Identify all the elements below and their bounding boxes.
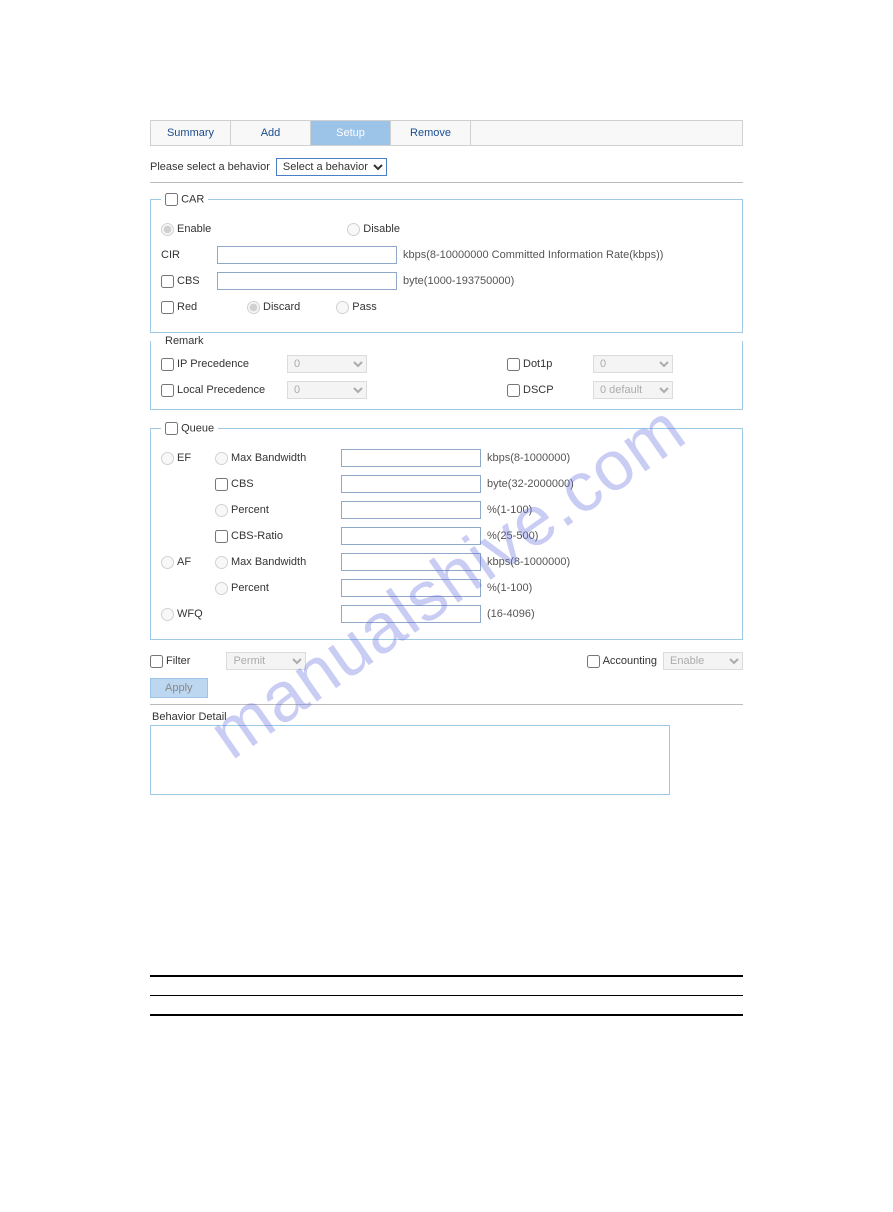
divider [150,182,743,183]
ef-radio[interactable] [161,452,174,465]
af-maxbw-radio[interactable] [215,556,228,569]
dscp-label: DSCP [523,384,554,396]
cir-label: CIR [161,249,211,261]
queue-checkbox[interactable] [165,422,178,435]
ef-percent-input[interactable] [341,501,481,519]
tab-summary[interactable]: Summary [151,121,231,145]
af-maxbw-input[interactable] [341,553,481,571]
ef-cbs-hint: byte(32-2000000) [487,478,574,490]
car-enable-radio[interactable] [161,223,174,236]
af-percent-input[interactable] [341,579,481,597]
accounting-select[interactable]: Enable [663,652,743,670]
ef-cbsratio-hint: %(25-500) [487,530,538,542]
local-precedence-checkbox[interactable] [161,384,174,397]
tab-setup[interactable]: Setup [311,121,391,145]
red-label: Red [177,301,197,313]
cbs-hint: byte(1000-193750000) [403,275,514,287]
red-pass-radio[interactable] [336,301,349,314]
ef-percent-radio[interactable] [215,504,228,517]
ip-precedence-select[interactable]: 0 [287,355,367,373]
car-fieldset: CAR Enable Disable CIR kbps(8-10000000 C… [150,193,743,333]
ef-cbs-checkbox[interactable] [215,478,228,491]
queue-legend-text: Queue [181,422,214,434]
ef-cbsratio-input[interactable] [341,527,481,545]
ef-cbsratio-checkbox[interactable] [215,530,228,543]
car-disable-label: Disable [363,223,400,235]
ef-cbsratio-label: CBS-Ratio [231,530,283,542]
local-precedence-label: Local Precedence [177,384,265,396]
dot1p-checkbox[interactable] [507,358,520,371]
ef-label: EF [177,452,191,464]
af-percent-radio[interactable] [215,582,228,595]
tab-bar: Summary Add Setup Remove [150,120,743,146]
remark-legend: Remark [161,335,208,347]
behavior-select-label: Please select a behavior [150,161,270,173]
accounting-checkbox[interactable] [587,655,600,668]
accounting-label: Accounting [603,655,657,667]
ip-precedence-label: IP Precedence [177,358,249,370]
car-disable-radio[interactable] [347,223,360,236]
behavior-select[interactable]: Select a behavior [276,158,387,176]
footer-line-1 [150,975,743,977]
ef-maxbw-label: Max Bandwidth [231,452,306,464]
wfq-radio[interactable] [161,608,174,621]
cbs-label: CBS [177,275,200,287]
ef-maxbw-radio[interactable] [215,452,228,465]
cir-input[interactable] [217,246,397,264]
remark-fieldset: Remark IP Precedence 0 Local Precedence … [150,335,743,410]
car-checkbox[interactable] [165,193,178,206]
ef-cbs-label: CBS [231,478,254,490]
cir-hint: kbps(8-10000000 Committed Information Ra… [403,249,663,261]
dscp-checkbox[interactable] [507,384,520,397]
queue-fieldset: Queue EF Max Bandwidth kbps(8-1000000) C… [150,422,743,640]
cbs-input[interactable] [217,272,397,290]
ef-percent-hint: %(1-100) [487,504,532,516]
ip-precedence-checkbox[interactable] [161,358,174,371]
dot1p-label: Dot1p [523,358,552,370]
filter-checkbox[interactable] [150,655,163,668]
filter-select[interactable]: Permit [226,652,306,670]
divider-2 [150,704,743,705]
wfq-hint: (16-4096) [487,608,535,620]
af-percent-hint: %(1-100) [487,582,532,594]
car-legend: CAR [161,193,208,206]
apply-button[interactable]: Apply [150,678,208,698]
wfq-label: WFQ [177,608,203,620]
af-radio[interactable] [161,556,174,569]
af-percent-label: Percent [231,582,269,594]
ef-maxbw-input[interactable] [341,449,481,467]
af-maxbw-hint: kbps(8-1000000) [487,556,570,568]
ef-percent-label: Percent [231,504,269,516]
af-maxbw-label: Max Bandwidth [231,556,306,568]
tab-add[interactable]: Add [231,121,311,145]
dscp-select[interactable]: 0 default [593,381,673,399]
cbs-checkbox[interactable] [161,275,174,288]
queue-legend: Queue [161,422,218,435]
red-discard-radio[interactable] [247,301,260,314]
footer-line-2 [150,995,743,996]
car-enable-label: Enable [177,223,211,235]
filter-label: Filter [166,655,190,667]
tab-remove[interactable]: Remove [391,121,471,145]
red-checkbox[interactable] [161,301,174,314]
tab-filler [471,121,742,145]
local-precedence-select[interactable]: 0 [287,381,367,399]
red-pass-label: Pass [352,301,376,313]
car-legend-text: CAR [181,193,204,205]
behavior-detail-label: Behavior Detail [152,711,743,723]
footer-line-3 [150,1014,743,1016]
ef-maxbw-hint: kbps(8-1000000) [487,452,570,464]
wfq-input[interactable] [341,605,481,623]
af-label: AF [177,556,191,568]
red-discard-label: Discard [263,301,300,313]
behavior-detail-box [150,725,670,795]
dot1p-select[interactable]: 0 [593,355,673,373]
ef-cbs-input[interactable] [341,475,481,493]
